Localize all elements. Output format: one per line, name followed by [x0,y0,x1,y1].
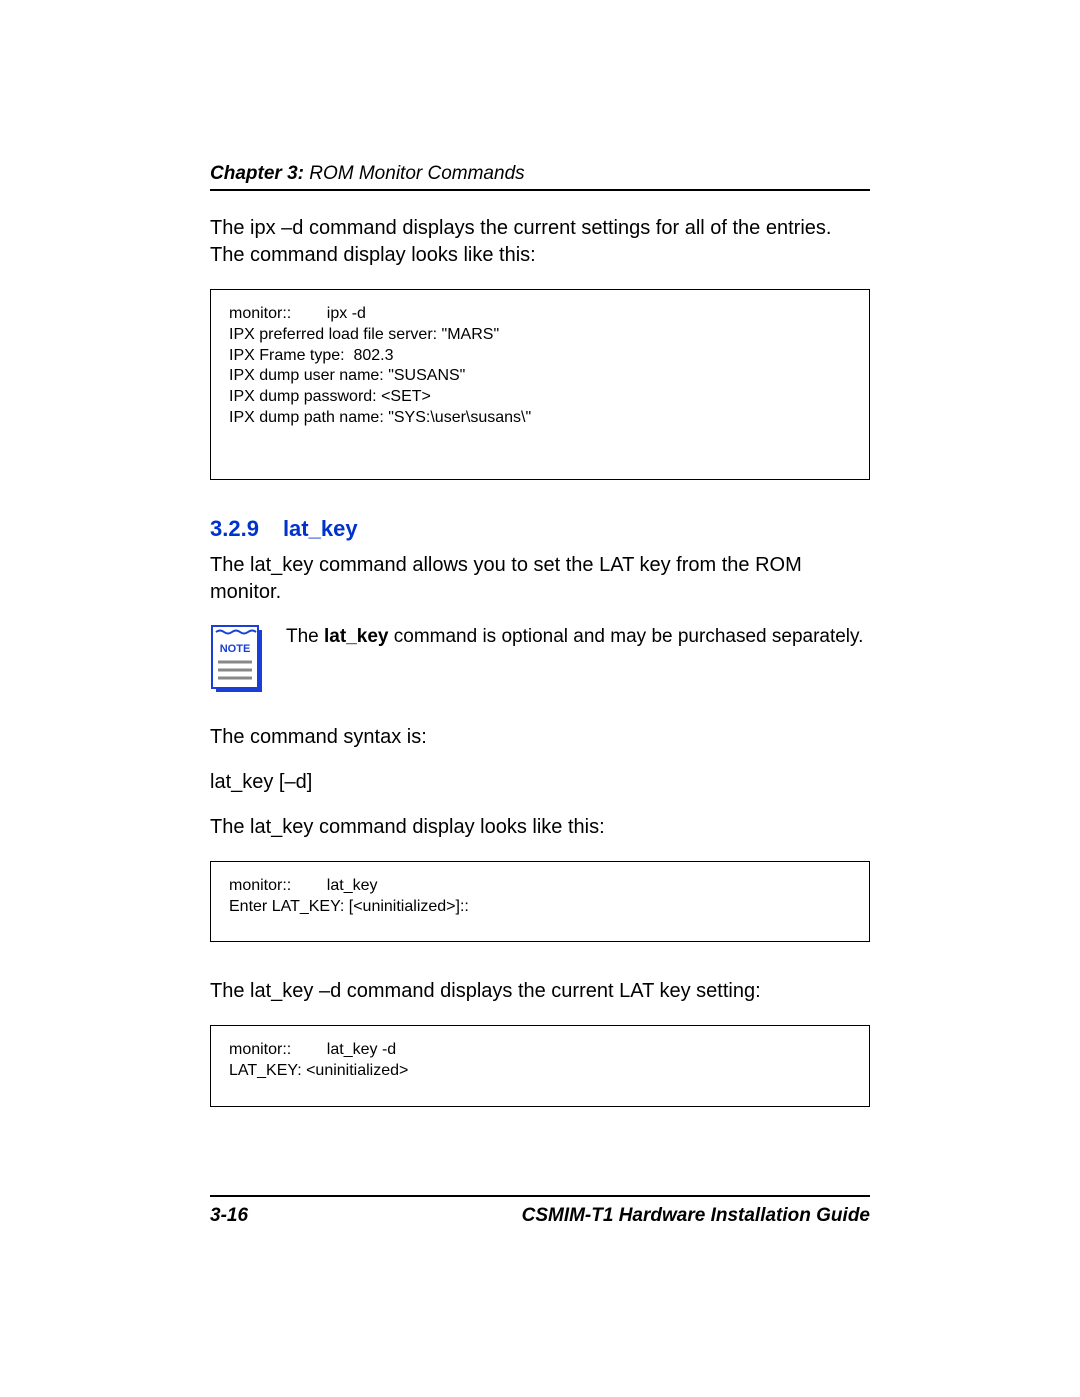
ld-pre: The [210,980,250,1002]
note-post: command is optional and may be purchased… [388,626,863,647]
ldi-cmd: lat_key [250,816,313,838]
ldi-post: command display looks like this: [313,816,604,838]
ld-post: command displays the current LAT key set… [347,980,761,1002]
section-title: lat_key [283,516,358,541]
syntax-line: lat_key [–d] [210,769,870,796]
note-pre: The [286,626,324,647]
note-bold: lat_key [324,626,388,647]
note-text: The lat_key command is optional and may … [286,624,863,650]
intro-paragraph: The ipx –d command displays the current … [210,215,870,269]
section-heading: 3.2.9 lat_key [210,516,870,542]
codebox-latkey-d: monitor:: lat_key -d LAT_KEY: <uninitial… [210,1025,870,1107]
ldi-pre: The [210,816,250,838]
page-number: 3-16 [210,1205,248,1227]
latkey-paragraph: The lat_key command allows you to set th… [210,552,870,606]
intro-pre: The [210,217,250,239]
intro-cmd: ipx –d [250,217,309,239]
page-footer: 3-16 CSMIM-T1 Hardware Installation Guid… [210,1195,870,1227]
latkey-display-intro: The lat_key command display looks like t… [210,814,870,841]
codebox-latkey: monitor:: lat_key Enter LAT_KEY: [<unini… [210,861,870,943]
latkey-d-intro: The lat_key –d command displays the curr… [210,978,870,1005]
chapter-header: Chapter 3: ROM Monitor Commands [210,163,870,191]
chapter-label: Chapter 3: [210,163,309,184]
ld-cmd: lat_key –d [250,980,347,1002]
note-icon: NOTE [210,624,264,694]
note-block: NOTE The lat_key command is optional and… [210,624,870,694]
chapter-title: ROM Monitor Commands [309,163,524,184]
section-number: 3.2.9 [210,516,259,541]
codebox-ipx: monitor:: ipx -d IPX preferred load file… [210,289,870,480]
guide-title: CSMIM-T1 Hardware Installation Guide [522,1205,870,1227]
latkey-cmd: lat_key [250,554,313,576]
note-label-text: NOTE [220,643,251,655]
latkey-pre: The [210,554,250,576]
page-content: Chapter 3: ROM Monitor Commands The ipx … [210,163,870,1143]
syntax-intro: The command syntax is: [210,724,870,751]
